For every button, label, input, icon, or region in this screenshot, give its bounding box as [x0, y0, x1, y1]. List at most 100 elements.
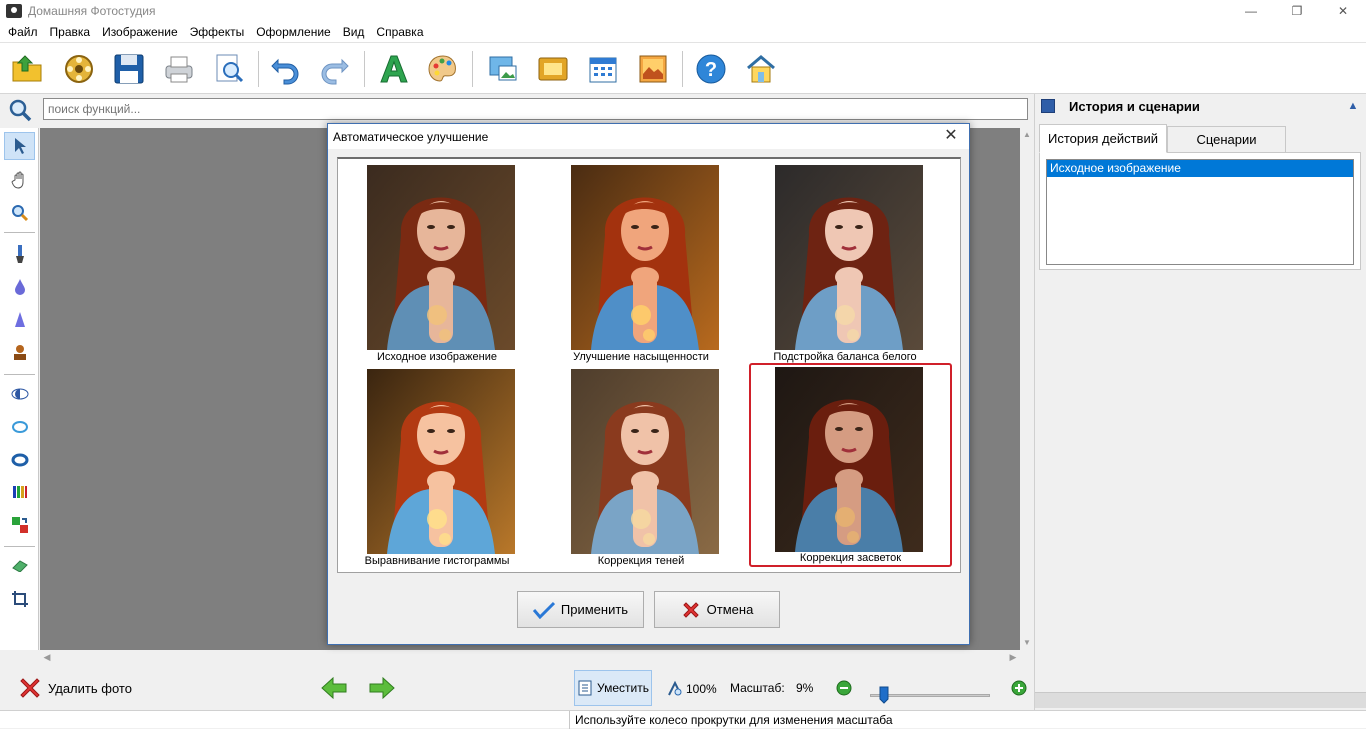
- scroll-left-icon[interactable]: ◀: [40, 650, 54, 664]
- menu-effects[interactable]: Эффекты: [184, 25, 251, 39]
- window-controls: — ❐ ✕: [1228, 0, 1366, 22]
- text-icon[interactable]: [375, 50, 413, 88]
- menu-view[interactable]: Вид: [337, 25, 371, 39]
- menu-design[interactable]: Оформление: [250, 25, 336, 39]
- auto-enhance-dialog: Автоматическое улучшение ✕ Исходное изоб…: [327, 123, 970, 645]
- zoom-100-label: 100%: [686, 682, 717, 696]
- restore-button[interactable]: ❐: [1274, 0, 1320, 22]
- frame-icon[interactable]: [534, 50, 572, 88]
- undo-icon[interactable]: [266, 50, 304, 88]
- palette-icon[interactable]: [424, 50, 462, 88]
- ring-icon[interactable]: [4, 413, 35, 441]
- hand-icon[interactable]: [4, 166, 35, 194]
- history-list[interactable]: Исходное изображение: [1046, 159, 1354, 265]
- cursor-icon[interactable]: [4, 132, 35, 160]
- panel-title: История и сценарии: [1069, 98, 1200, 114]
- next-photo-button[interactable]: [368, 676, 396, 700]
- brush-icon[interactable]: [4, 240, 35, 268]
- preview-photo: [775, 367, 923, 552]
- calendar-icon[interactable]: [584, 50, 622, 88]
- thumbnail-white-balance[interactable]: Подстройка баланса белого: [753, 161, 937, 369]
- portrait-photo: [571, 165, 719, 350]
- thumbnail-shadows[interactable]: Коррекция теней: [549, 365, 733, 573]
- print-preview-icon[interactable]: [210, 50, 248, 88]
- vertical-scrollbar[interactable]: ▲ ▼: [1020, 128, 1034, 650]
- picture-in-picture-icon[interactable]: [484, 50, 522, 88]
- cancel-button[interactable]: Отмена: [654, 591, 780, 628]
- portrait-photo: [775, 367, 923, 552]
- dialog-title: Автоматическое улучшение: [333, 129, 489, 144]
- preview-photo: [571, 165, 719, 350]
- thumbnail-histogram[interactable]: Выравнивание гистограммы: [345, 365, 529, 573]
- zoom-100-button[interactable]: 100%: [666, 680, 717, 698]
- zoom-out-button[interactable]: [836, 680, 852, 696]
- help-icon[interactable]: ?: [692, 50, 730, 88]
- home-icon[interactable]: [742, 50, 780, 88]
- zoom-icon[interactable]: [4, 199, 35, 227]
- fit-label: Уместить: [597, 681, 649, 695]
- tab-history[interactable]: История действий: [1039, 124, 1167, 153]
- scroll-up-icon[interactable]: ▲: [1020, 128, 1034, 142]
- delete-photo-button[interactable]: Удалить фото: [18, 676, 132, 700]
- prev-photo-button[interactable]: [320, 676, 348, 700]
- thumbnail-original[interactable]: Исходное изображение: [345, 161, 529, 369]
- tab-scenarios[interactable]: Сценарии: [1167, 126, 1286, 153]
- redo-icon[interactable]: [316, 50, 354, 88]
- scroll-down-icon[interactable]: ▼: [1020, 636, 1034, 650]
- preview-photo: [775, 165, 923, 350]
- history-tab-body: Исходное изображение: [1039, 152, 1361, 270]
- fit-button[interactable]: Уместить: [574, 670, 652, 706]
- close-window-button[interactable]: ✕: [1320, 0, 1366, 22]
- thumbnail-caption: Коррекция засветок: [799, 552, 902, 564]
- save-disk-icon[interactable]: [110, 50, 148, 88]
- cone-icon[interactable]: [4, 306, 35, 334]
- printer-icon[interactable]: [160, 50, 198, 88]
- collapse-panel-icon[interactable]: ▲: [1345, 98, 1361, 114]
- bottom-bar: Удалить фото Уместить 100% Масштаб: 9%: [0, 664, 1034, 710]
- menu-image[interactable]: Изображение: [96, 25, 184, 39]
- color-levels-icon[interactable]: [4, 478, 35, 506]
- zoom-slider-thumb[interactable]: [879, 686, 889, 704]
- tool-separator: [4, 546, 35, 547]
- search-bar: [0, 94, 1034, 126]
- dialog-close-button[interactable]: ✕: [941, 126, 961, 146]
- ring-bold-icon[interactable]: [4, 446, 35, 474]
- eye-icon[interactable]: [4, 380, 35, 408]
- dialog-title-bar: Автоматическое улучшение ✕: [328, 124, 969, 149]
- enhance-preview-grid: Исходное изображение Улучшение насыщенно…: [337, 157, 961, 573]
- preview-photo: [367, 369, 515, 554]
- photo-collage-icon[interactable]: [634, 50, 672, 88]
- toolbar-separator: [258, 51, 259, 87]
- drop-icon[interactable]: [4, 273, 35, 301]
- open-folder-icon[interactable]: [8, 50, 46, 88]
- scale-value: 9%: [796, 681, 814, 695]
- menu-file[interactable]: Файл: [2, 25, 44, 39]
- checkmark-icon: [532, 601, 555, 619]
- zoom-in-button[interactable]: [1011, 680, 1027, 696]
- apply-button[interactable]: Применить: [517, 591, 644, 628]
- menu-edit[interactable]: Правка: [44, 25, 97, 39]
- thumbnail-caption: Выравнивание гистограммы: [364, 555, 510, 567]
- thumbnail-saturation[interactable]: Улучшение насыщенности: [549, 161, 733, 369]
- stamp-icon[interactable]: [4, 339, 35, 367]
- menu-help[interactable]: Справка: [370, 25, 429, 39]
- color-swap-icon[interactable]: [4, 511, 35, 539]
- portrait-photo: [367, 369, 515, 554]
- search-input[interactable]: [43, 98, 1028, 120]
- magnifier-100-icon: [668, 680, 682, 696]
- film-reel-icon[interactable]: [60, 50, 98, 88]
- toolbar-separator: [364, 51, 365, 87]
- tool-separator: [4, 374, 35, 375]
- eraser-icon[interactable]: [4, 552, 35, 580]
- horizontal-scrollbar[interactable]: ◀ ▶: [40, 650, 1020, 664]
- svg-text:?: ?: [705, 59, 717, 81]
- crop-icon[interactable]: [4, 585, 35, 613]
- scroll-right-icon[interactable]: ▶: [1006, 650, 1020, 664]
- delete-x-icon: [20, 678, 40, 698]
- thumbnail-highlights[interactable]: Коррекция засветок: [749, 363, 952, 567]
- thumbnail-caption: Исходное изображение: [377, 351, 497, 363]
- toolbar-separator: [682, 51, 683, 87]
- list-item[interactable]: Исходное изображение: [1047, 160, 1353, 177]
- scale-label: Масштаб:: [730, 681, 785, 695]
- minimize-button[interactable]: —: [1228, 0, 1274, 22]
